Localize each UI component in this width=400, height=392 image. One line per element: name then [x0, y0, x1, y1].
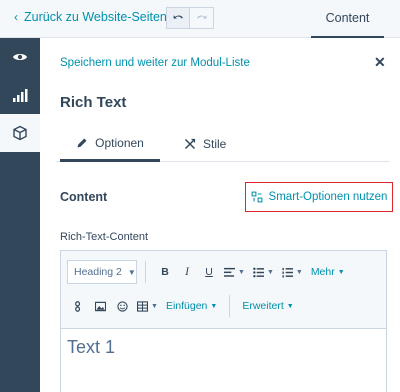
editor-toolbar: Heading 2 ▼ B I U ▼ ▼ ▼ Mehr ▼ ▼ Einfüge…	[61, 251, 386, 329]
chevron-down-icon: ▼	[286, 302, 294, 310]
insert-menu-button[interactable]: Einfügen ▼	[166, 295, 217, 317]
numbered-list-icon	[282, 267, 293, 278]
link-button[interactable]	[71, 295, 85, 317]
toolbar-row-2: ▼ Einfügen ▼ Erweitert ▼	[61, 291, 298, 321]
smart-options-label: Smart-Optionen nutzen	[268, 191, 388, 203]
rail-item-optimize[interactable]	[0, 76, 40, 114]
chevron-down-icon: ▼	[337, 268, 345, 276]
underline-button[interactable]: U	[202, 261, 216, 283]
chevron-down-icon: ▼	[127, 267, 136, 277]
panel-tabs: Optionen Stile	[56, 126, 390, 162]
redo-button[interactable]	[190, 7, 214, 29]
save-and-continue-link[interactable]: Speichern und weiter zur Modul-Liste	[60, 57, 250, 69]
section-title: Content	[60, 190, 108, 204]
rich-text-field-label: Rich-Text-Content	[60, 231, 149, 243]
align-button[interactable]: ▼	[224, 261, 245, 283]
toolbar-divider	[145, 261, 146, 283]
undo-redo-group	[166, 7, 214, 29]
signal-chart-icon	[13, 89, 28, 102]
numbered-list-button[interactable]: ▼	[282, 261, 303, 283]
tab-options-label: Optionen	[95, 135, 144, 150]
undo-button[interactable]	[166, 7, 190, 29]
left-rail	[0, 38, 40, 392]
chevron-down-icon: ▼	[266, 268, 274, 276]
emoji-button[interactable]	[115, 295, 129, 317]
chevron-down-icon: ▼	[238, 268, 245, 276]
module-title: Rich Text	[60, 94, 127, 111]
chevron-down-icon: ▼	[295, 268, 303, 276]
bullet-list-button[interactable]: ▼	[253, 261, 274, 283]
rich-text-editor: Heading 2 ▼ B I U ▼ ▼ ▼ Mehr ▼ ▼ Einfüge…	[60, 250, 387, 392]
image-icon	[94, 301, 106, 311]
back-to-website-pages-link[interactable]: ‹ Zurück zu Website-Seiten	[14, 10, 167, 24]
more-menu-label: Mehr	[310, 266, 335, 278]
pencil-icon	[77, 138, 87, 147]
undo-icon	[173, 14, 183, 18]
table-button[interactable]: ▼	[137, 295, 158, 317]
redo-icon	[197, 14, 207, 18]
heading-select[interactable]: Heading 2 ▼	[67, 260, 137, 284]
insert-menu-label: Einfügen	[165, 300, 208, 312]
rail-item-preview[interactable]	[0, 38, 40, 76]
advanced-menu-label: Erweitert	[242, 300, 284, 312]
italic-button[interactable]: I	[180, 261, 194, 283]
module-editor-panel: Speichern und weiter zur Modul-Liste ✕ R…	[40, 38, 400, 392]
back-link-label: Zurück zu Website-Seiten	[24, 10, 167, 24]
smart-content-icon	[251, 191, 262, 203]
chevron-down-icon: ▼	[210, 302, 218, 310]
toolbar-divider	[229, 295, 231, 317]
heading-select-value: Heading 2	[74, 266, 122, 278]
eye-icon	[13, 54, 27, 60]
tab-options[interactable]: Optionen	[60, 126, 160, 162]
chevron-down-icon: ▼	[151, 302, 158, 310]
styles-icon	[184, 138, 196, 150]
table-icon	[137, 300, 148, 312]
tab-content[interactable]: Content	[311, 0, 384, 38]
close-icon[interactable]: ✕	[374, 54, 386, 71]
align-left-icon	[224, 267, 235, 277]
cube-icon	[13, 125, 27, 141]
more-menu-button[interactable]: Mehr ▼	[311, 261, 345, 283]
tab-styles-label: Stile	[203, 137, 227, 151]
bold-button[interactable]: B	[158, 261, 172, 283]
smart-options-button[interactable]: Smart-Optionen nutzen	[245, 182, 393, 212]
tab-styles[interactable]: Stile	[184, 126, 226, 162]
toolbar-row-1: Heading 2 ▼ B I U ▼ ▼ ▼ Mehr ▼	[61, 257, 349, 287]
top-bar: ‹ Zurück zu Website-Seiten Content	[0, 0, 400, 38]
editor-content-area[interactable]: Text 1	[61, 329, 386, 366]
advanced-menu-button[interactable]: Erweitert ▼	[242, 295, 293, 317]
emoji-icon	[116, 300, 128, 312]
bullet-list-icon	[253, 267, 264, 277]
image-button[interactable]	[93, 295, 107, 317]
rail-item-modules[interactable]	[0, 114, 40, 152]
chevron-left-icon: ‹	[14, 10, 18, 24]
link-icon	[74, 300, 80, 312]
